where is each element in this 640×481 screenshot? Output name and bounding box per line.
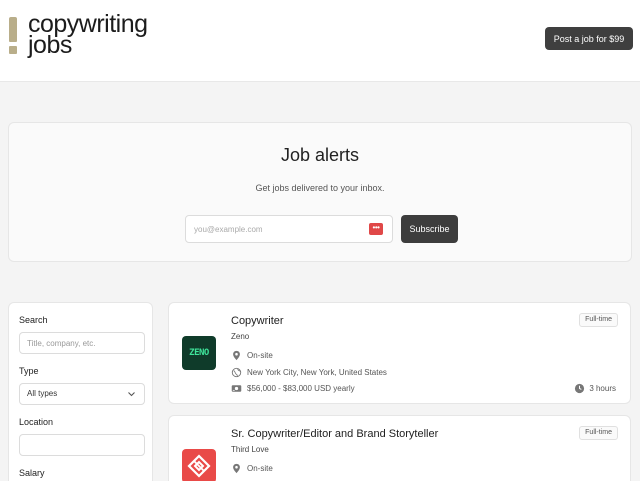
- site-header: copywriting jobs Post a job for $99: [0, 0, 640, 82]
- location-label: Location: [19, 417, 54, 427]
- search-label: Search: [19, 315, 48, 325]
- logo-text: copywriting jobs: [28, 10, 148, 59]
- job-alerts-panel: Job alerts Get jobs delivered to your in…: [8, 122, 632, 262]
- email-field-wrapper: •••: [185, 215, 393, 243]
- job-posted-time: 3 hours: [574, 383, 616, 394]
- job-salary: $56,000 - $83,000 USD yearly: [231, 383, 355, 394]
- company-logo: ZENO: [182, 336, 216, 370]
- salary-label: Salary: [19, 468, 45, 478]
- company-logo: [182, 449, 216, 481]
- filters-sidebar: Search Type All types Location Salary: [8, 302, 153, 481]
- job-type-badge: Full-time: [579, 313, 618, 327]
- map-pin-icon: [233, 350, 240, 361]
- job-company: Third Love: [231, 445, 269, 454]
- email-input[interactable]: [186, 216, 366, 242]
- type-select-value: All types: [27, 389, 58, 398]
- job-alerts-subtitle: Get jobs delivered to your inbox.: [255, 183, 385, 193]
- location-input[interactable]: [19, 434, 145, 456]
- job-card[interactable]: Sr. Copywriter/Editor and Brand Storytel…: [168, 415, 631, 481]
- job-location: New York City, New York, United States: [231, 367, 387, 378]
- chevron-down-icon: [127, 384, 136, 411]
- company-logo-text: ZENO: [189, 348, 209, 358]
- globe-icon: [231, 367, 242, 378]
- job-title[interactable]: Sr. Copywriter/Editor and Brand Storytel…: [231, 428, 438, 440]
- type-select[interactable]: All types: [19, 383, 145, 405]
- job-card[interactable]: ZENO Copywriter Zeno On-site New York Ci…: [168, 302, 631, 404]
- job-workplace: On-site: [231, 463, 273, 474]
- password-manager-icon[interactable]: •••: [369, 223, 383, 235]
- site-logo[interactable]: copywriting jobs: [9, 10, 148, 59]
- type-label: Type: [19, 366, 39, 376]
- subscribe-button[interactable]: Subscribe: [401, 215, 458, 243]
- money-icon: [231, 385, 242, 392]
- job-type-badge: Full-time: [579, 426, 618, 440]
- job-workplace: On-site: [231, 350, 273, 361]
- logo-mark-icon: [9, 14, 19, 54]
- job-title[interactable]: Copywriter: [231, 315, 284, 327]
- search-input[interactable]: [19, 332, 145, 354]
- job-alerts-title: Job alerts: [280, 145, 360, 165]
- post-job-button[interactable]: Post a job for $99: [545, 27, 633, 50]
- job-company: Zeno: [231, 332, 250, 341]
- map-pin-icon: [233, 463, 240, 474]
- clock-icon: [575, 383, 585, 394]
- third-love-logo-icon: [187, 454, 211, 478]
